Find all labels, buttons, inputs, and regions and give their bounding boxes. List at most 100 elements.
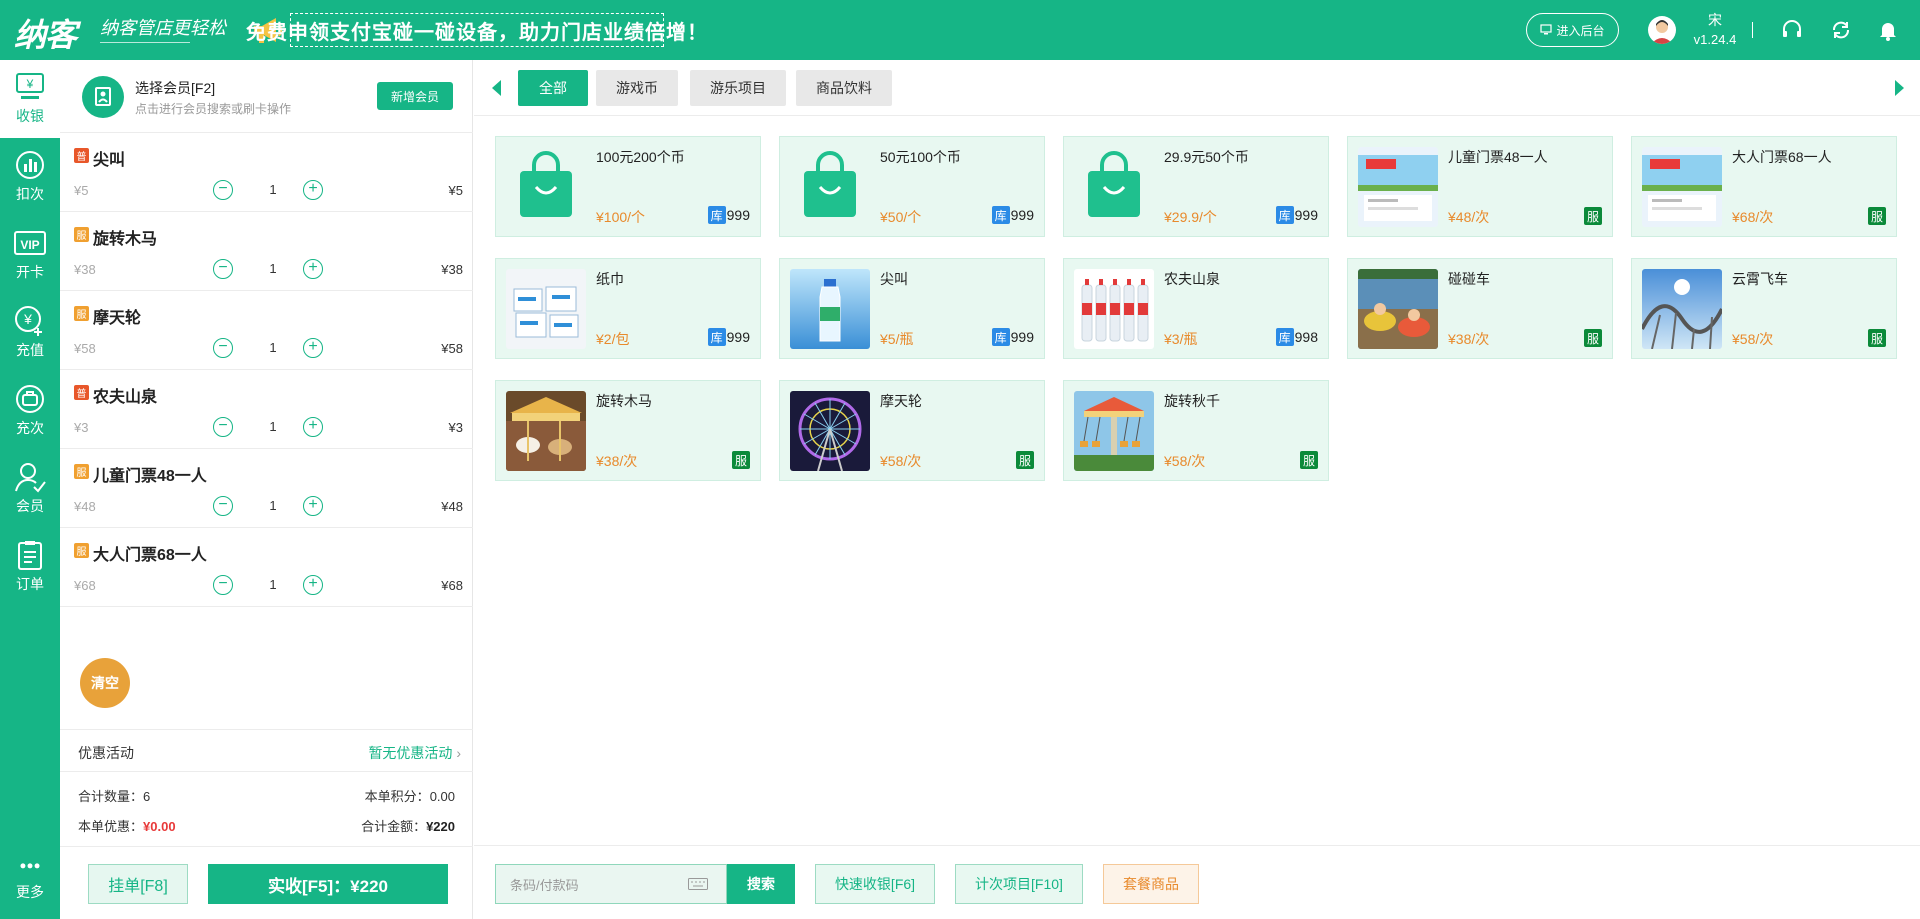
item-type-badge: 服	[74, 227, 89, 242]
cart-row[interactable]: 服旋转木马 ¥38 − 1 + ¥38	[60, 212, 473, 291]
plus-circle-icon[interactable]: +	[303, 575, 323, 595]
nav-recharge-count-label: 充次	[16, 420, 44, 436]
total-qty: 合计数量：6	[78, 789, 151, 804]
count-items-button[interactable]: 计次项目[F10]	[955, 864, 1083, 904]
nav-recharge[interactable]: ¥ 充值	[0, 294, 60, 372]
product-price: ¥68/次	[1732, 209, 1774, 225]
tab-game-coins[interactable]: 游戏币	[596, 70, 678, 106]
recharge-count-icon	[16, 385, 44, 413]
cart-footer: 挂单[F8] 实收[F5]：¥220	[60, 846, 473, 919]
minus-circle-icon[interactable]: −	[213, 259, 233, 279]
plus-circle-icon[interactable]: +	[303, 180, 323, 200]
product-card[interactable]: 碰碰车 ¥38/次 服	[1347, 258, 1613, 359]
stock-badge: 库	[1275, 328, 1294, 346]
user-avatar[interactable]	[1648, 16, 1676, 44]
product-card[interactable]: 尖叫 ¥5/瓶 库 999	[779, 258, 1045, 359]
cart-item-qty[interactable]: 1	[253, 340, 293, 355]
tab-rides[interactable]: 游乐项目	[690, 70, 786, 106]
nav-member-label: 会员	[16, 498, 44, 514]
cart-row[interactable]: 普尖叫 ¥5 − 1 + ¥5	[60, 133, 473, 212]
minus-circle-icon[interactable]: −	[213, 575, 233, 595]
member-selector[interactable]: 选择会员[F2] 点击进行会员搜索或刷卡操作 新增会员	[60, 60, 473, 133]
minus-circle-icon[interactable]: −	[213, 496, 233, 516]
nav-member[interactable]: 会员	[0, 450, 60, 528]
checkout-button[interactable]: 实收[F5]：¥220	[208, 864, 448, 904]
nav-more-label: 更多	[16, 884, 44, 900]
add-member-button[interactable]: 新增会员	[377, 82, 453, 110]
cart-item-qty[interactable]: 1	[253, 261, 293, 276]
stock-indicator: 库 999	[707, 328, 750, 346]
nav-more[interactable]: 更多	[0, 846, 60, 919]
tabs-scroll-left-icon[interactable]	[492, 80, 501, 96]
product-card[interactable]: 大人门票68一人 ¥68/次 服	[1631, 136, 1897, 237]
shopping-bag-icon	[1074, 147, 1154, 227]
plus-circle-icon[interactable]: +	[303, 417, 323, 437]
promo-link[interactable]: 暂无优惠活动 ›	[368, 743, 461, 763]
minus-circle-icon[interactable]: −	[213, 180, 233, 200]
nav-deduct[interactable]: 扣次	[0, 138, 60, 216]
refresh-sync-icon[interactable]	[1829, 18, 1853, 42]
product-card[interactable]: 旋转秋千 ¥58/次 服	[1063, 380, 1329, 481]
plus-circle-icon[interactable]: +	[303, 338, 323, 358]
enter-backend-label: 进入后台	[1556, 23, 1605, 38]
enter-backend-button[interactable]: 进入后台	[1526, 13, 1619, 47]
product-card[interactable]: 农夫山泉 ¥3/瓶 库 998	[1063, 258, 1329, 359]
shopping-bag-icon	[790, 147, 870, 227]
product-card[interactable]: 100元200个币 ¥100/个 库 999	[495, 136, 761, 237]
product-card[interactable]: 儿童门票48一人 ¥48/次 服	[1347, 136, 1613, 237]
nav-open-card[interactable]: VIP 开卡	[0, 216, 60, 294]
product-name: 儿童门票48一人	[1448, 149, 1548, 165]
cart-row[interactable]: 服儿童门票48一人 ¥48 − 1 + ¥48	[60, 449, 473, 528]
promo-row[interactable]: 优惠活动 暂无优惠活动 ›	[60, 729, 473, 772]
clear-cart-button[interactable]: 清空	[80, 658, 130, 708]
cart-item-qty[interactable]: 1	[253, 419, 293, 434]
app-version: v1.24.4	[1693, 32, 1737, 47]
order-discount: 本单优惠：¥0.00	[78, 819, 176, 834]
plus-circle-icon[interactable]: +	[303, 496, 323, 516]
stock-indicator: 库 998	[1275, 328, 1318, 346]
stock-indicator: 库 999	[707, 206, 750, 224]
summary-row-2: 本单优惠：¥0.00 合计金额：¥220	[78, 816, 455, 835]
nav-recharge-count[interactable]: 充次	[0, 372, 60, 450]
product-card[interactable]: 云霄飞车 ¥58/次 服	[1631, 258, 1897, 359]
cart-item-qty[interactable]: 1	[253, 577, 293, 592]
quick-cash-button[interactable]: 快速收银[F6]	[815, 864, 935, 904]
member-icon	[15, 463, 46, 493]
tabs-scroll-right-icon[interactable]	[1895, 80, 1904, 96]
cart-row[interactable]: 服摩天轮 ¥58 − 1 + ¥58	[60, 291, 473, 370]
product-card[interactable]: 旋转木马 ¥38/次 服	[495, 380, 761, 481]
nav-cashier[interactable]: ¥ 收银	[0, 60, 60, 138]
cart-item-qty[interactable]: 1	[253, 182, 293, 197]
search-button[interactable]: 搜索	[727, 864, 795, 904]
service-badge: 服	[732, 451, 750, 469]
cart-row[interactable]: 普农夫山泉 ¥3 − 1 + ¥3	[60, 370, 473, 449]
svg-text:VIP: VIP	[20, 238, 39, 252]
tab-all[interactable]: 全部	[518, 70, 588, 106]
product-card[interactable]: 摩天轮 ¥58/次 服	[779, 380, 1045, 481]
keyboard-icon[interactable]	[688, 878, 708, 890]
category-tabs-bar: 全部 游戏币 游乐项目 商品饮料	[474, 60, 1920, 116]
item-type-badge: 服	[74, 543, 89, 558]
order-clipboard-icon	[18, 541, 42, 570]
stock-badge: 库	[1275, 206, 1294, 224]
plus-circle-icon[interactable]: +	[303, 259, 323, 279]
nav-orders[interactable]: 订单	[0, 528, 60, 606]
minus-circle-icon[interactable]: −	[213, 417, 233, 437]
headset-support-icon[interactable]	[1780, 18, 1804, 42]
product-card[interactable]: 50元100个币 ¥50/个 库 999	[779, 136, 1045, 237]
cart-item-qty[interactable]: 1	[253, 498, 293, 513]
topbar-divider	[1752, 22, 1753, 38]
member-title: 选择会员[F2]	[135, 80, 216, 96]
tab-drinks[interactable]: 商品饮料	[796, 70, 892, 106]
minus-circle-icon[interactable]: −	[213, 338, 233, 358]
product-card[interactable]: 纸巾 ¥2/包 库 999	[495, 258, 761, 359]
hold-order-button[interactable]: 挂单[F8]	[88, 864, 188, 904]
promo-banner[interactable]: 免费申领支付宝碰一碰设备，助力门店业绩倍增！	[246, 13, 707, 47]
product-card[interactable]: 29.9元50个币 ¥29.9/个 库 999	[1063, 136, 1329, 237]
package-goods-button[interactable]: 套餐商品	[1103, 864, 1199, 904]
product-name: 旋转木马	[596, 393, 652, 409]
slogan-underline	[100, 42, 190, 43]
nav-orders-label: 订单	[16, 576, 44, 592]
cart-row[interactable]: 服大人门票68一人 ¥68 − 1 + ¥68	[60, 528, 473, 607]
bell-notification-icon[interactable]	[1876, 18, 1900, 42]
